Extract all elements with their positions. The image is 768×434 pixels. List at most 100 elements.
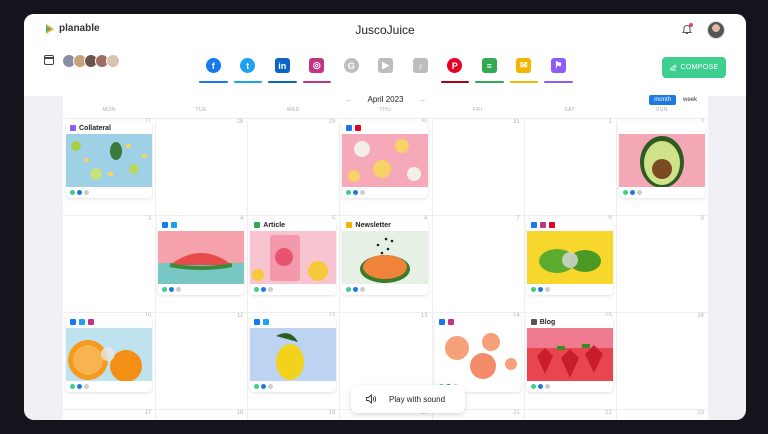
day-number: 19 [328, 410, 336, 416]
team-avatar[interactable] [106, 54, 120, 68]
calendar-icon[interactable] [44, 55, 54, 65]
post-card[interactable] [158, 219, 245, 295]
post-type-icon [70, 125, 76, 131]
view-toggle: month week [649, 95, 702, 105]
post-status-row [250, 381, 336, 392]
linkedin-icon: in [274, 58, 290, 73]
tab-underline [233, 81, 262, 83]
toast-label: Play with sound [389, 394, 446, 404]
post-card-header [619, 122, 705, 134]
post-card[interactable] [618, 122, 705, 198]
tab-pinterest[interactable]: P [438, 56, 473, 84]
post-status-row [619, 187, 705, 198]
post-card[interactable] [526, 219, 613, 295]
tab-universal[interactable]: ⚑ [541, 56, 576, 84]
weekday-label: SAT [564, 107, 576, 113]
status-dot [636, 190, 642, 195]
status-dot [261, 384, 267, 389]
twitter-icon: t [240, 58, 256, 73]
tab-email[interactable]: ✉ [507, 56, 542, 84]
post-image[interactable] [526, 231, 613, 284]
tab-instagram[interactable]: ◎ [300, 56, 335, 84]
status-dot [176, 287, 182, 292]
day-number: 16 [697, 313, 704, 319]
channel-mini-icon [70, 319, 76, 325]
day-number: 18 [236, 410, 244, 416]
post-image[interactable] [158, 231, 245, 284]
top-bar: planable JuscoJuice f t in ◎ G ▶ ♪ P ≡ ✉ ⚑ COMPOSE [24, 14, 746, 96]
tab-linkedin[interactable]: in [265, 56, 300, 84]
post-card-header [158, 219, 244, 231]
post-status-row [342, 187, 428, 198]
post-image[interactable] [66, 328, 152, 381]
post-card[interactable] [434, 316, 521, 392]
status-dot [84, 190, 89, 195]
edit-icon [670, 64, 677, 71]
status-dot [169, 287, 175, 292]
post-card[interactable]: Article [250, 219, 337, 295]
post-image[interactable] [342, 134, 429, 187]
channel-mini-icon [548, 222, 555, 228]
status-dot [353, 190, 359, 195]
post-card-header [250, 316, 336, 328]
day-number: 17 [144, 410, 152, 416]
channel-mini-icon [346, 125, 353, 131]
view-week-button[interactable]: week [678, 95, 702, 105]
tab-underline [509, 81, 538, 83]
tab-tiktok[interactable]: ♪ [403, 56, 438, 84]
workspace-title: JuscoJuice [355, 23, 415, 37]
tab-twitter[interactable]: t [231, 56, 266, 84]
post-image[interactable] [250, 328, 337, 381]
post-card[interactable] [66, 316, 152, 392]
month-navigation: ← April 2023 → [63, 94, 708, 104]
post-status-row [250, 284, 336, 295]
compose-button[interactable]: COMPOSE [662, 57, 726, 78]
post-status-row [527, 284, 613, 295]
status-dot [346, 287, 352, 292]
post-image[interactable] [526, 328, 613, 381]
universal-icon: ⚑ [550, 58, 566, 73]
grid-column-line [615, 121, 617, 420]
notification-bell-icon[interactable] [681, 23, 693, 35]
post-title: Newsletter [355, 221, 391, 229]
post-card[interactable]: Collateral [66, 122, 152, 198]
user-avatar[interactable] [707, 21, 725, 39]
status-dot [84, 384, 89, 389]
status-dot [537, 384, 543, 389]
next-month-icon[interactable]: → [418, 94, 427, 104]
team-avatars[interactable] [62, 54, 120, 68]
status-dot [629, 190, 635, 195]
tab-facebook[interactable]: f [196, 56, 231, 84]
status-dot [537, 287, 543, 292]
day-number: 28 [236, 119, 244, 125]
prev-month-icon[interactable]: ← [344, 94, 353, 104]
post-card[interactable]: Newsletter [342, 219, 429, 295]
post-image[interactable] [250, 231, 337, 284]
post-card[interactable] [342, 122, 429, 198]
tab-google-docs[interactable]: ≡ [472, 56, 507, 84]
tab-youtube[interactable]: ▶ [369, 56, 404, 84]
day-number: 29 [328, 119, 336, 125]
status-dot [254, 287, 260, 292]
post-type-icon [346, 222, 353, 228]
post-type-icon [254, 222, 261, 228]
day-number: 11 [237, 313, 244, 319]
post-status-row [527, 381, 613, 392]
post-card[interactable]: Blog [526, 316, 613, 392]
play-with-sound-toast[interactable]: Play with sound [351, 385, 465, 413]
post-image[interactable] [618, 134, 705, 187]
post-card[interactable] [250, 316, 337, 392]
email-icon: ✉ [516, 58, 532, 73]
day-number: 3 [147, 216, 152, 222]
view-month-button[interactable]: month [649, 95, 676, 105]
post-image[interactable] [342, 231, 429, 284]
post-image[interactable] [66, 134, 152, 187]
calendar-grid: ← April 2023 → month week MON TUE WED THU FR… [63, 90, 708, 420]
day-number: 21 [513, 410, 520, 416]
weekday-label: THU [379, 107, 392, 113]
tab-google[interactable]: G [334, 56, 369, 84]
grid-column-line [155, 121, 157, 420]
post-image[interactable] [434, 328, 521, 381]
post-status-row [66, 381, 152, 392]
status-dot [353, 287, 359, 292]
